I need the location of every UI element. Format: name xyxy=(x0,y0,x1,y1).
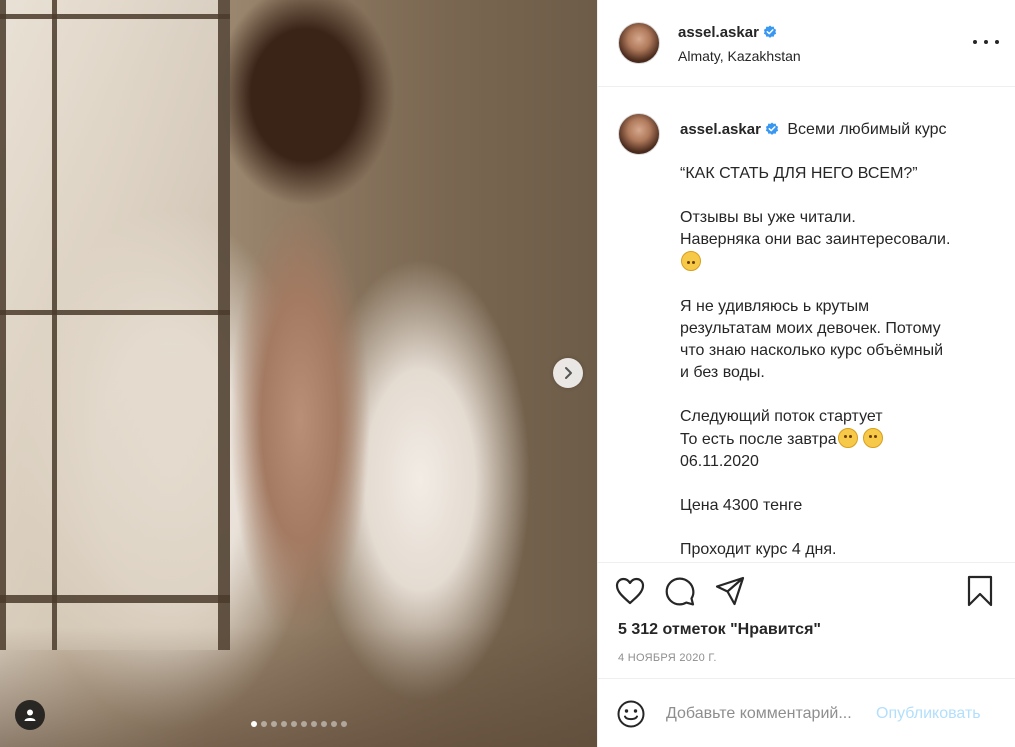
caption-author-avatar[interactable] xyxy=(618,113,660,155)
post-date[interactable]: 4 НОЯБРЯ 2020 Г. xyxy=(618,652,717,664)
carousel-dot xyxy=(310,721,317,727)
verified-badge-icon xyxy=(763,25,777,38)
caption-line: Проходит курс 4 дня. xyxy=(680,541,837,558)
author-username[interactable]: assel.askar xyxy=(678,24,759,41)
window-sill xyxy=(0,595,230,603)
caption-first-line: assel.askar Всеми любимый курс xyxy=(680,119,1000,141)
person-icon xyxy=(24,709,36,721)
chevron-right-icon xyxy=(565,367,572,379)
author-avatar[interactable] xyxy=(618,22,660,64)
carousel-dot xyxy=(300,721,307,727)
more-horizontal-icon xyxy=(973,40,977,44)
caption-line: Всеми любимый курс xyxy=(787,121,947,138)
window-transom xyxy=(0,310,230,315)
likes-count[interactable]: 5 312 отметок "Нравится" xyxy=(618,621,821,639)
save-button[interactable] xyxy=(964,575,996,607)
carousel-next-button[interactable] xyxy=(553,358,583,388)
caption-line: То есть после завтра xyxy=(680,431,837,448)
post-caption: assel.askar Всеми любимый курс “КАК СТАТ… xyxy=(598,88,1015,562)
carousel-dot xyxy=(270,721,277,727)
caption-line: и без воды. xyxy=(680,364,765,381)
post-actions: 5 312 отметок "Нравится" 4 НОЯБРЯ 2020 Г… xyxy=(598,562,1015,678)
caption-text: assel.askar Всеми любимый курс “КАК СТАТ… xyxy=(680,119,1000,561)
window-mullion xyxy=(0,0,6,650)
verified-badge-icon xyxy=(765,122,779,135)
more-dot xyxy=(984,40,988,44)
upside-down-face-emoji xyxy=(681,251,701,271)
heart-icon xyxy=(615,577,645,605)
like-button[interactable] xyxy=(614,575,646,607)
publish-button[interactable]: Опубликовать xyxy=(876,705,981,723)
carousel-dot xyxy=(250,721,257,727)
carousel-dot xyxy=(340,721,347,727)
carousel-dot xyxy=(280,721,287,727)
window-transom xyxy=(0,14,230,19)
carousel-dot xyxy=(320,721,327,727)
face-screaming-emoji xyxy=(837,428,858,448)
share-button[interactable] xyxy=(714,575,746,607)
instagram-post: assel.askar Almaty, Kazakhstan assel.ask… xyxy=(0,0,1015,747)
caption-line xyxy=(680,274,1000,296)
send-icon xyxy=(715,576,745,606)
comment-icon xyxy=(665,577,695,606)
carousel-indicator xyxy=(0,721,597,727)
caption-line: Цена 4300 тенге xyxy=(680,497,803,514)
smiling-face-emoji xyxy=(863,428,884,448)
smiley-icon[interactable] xyxy=(616,699,646,729)
photo-floor-shadow xyxy=(0,627,597,747)
caption-line: 06.11.2020 xyxy=(680,453,759,470)
add-comment-bar: Опубликовать xyxy=(598,678,1015,747)
caption-line xyxy=(680,185,1000,207)
post-photo[interactable] xyxy=(0,0,597,747)
caption-line: Я не удивляюсь ь крутым xyxy=(680,298,870,315)
caption-line: Отзывы вы уже читали. xyxy=(680,209,856,226)
caption-line xyxy=(680,473,1000,495)
caption-line-with-emoji: То есть после завтра xyxy=(680,428,1000,451)
caption-author-username[interactable]: assel.askar xyxy=(680,121,761,138)
more-dot xyxy=(995,40,999,44)
caption-line: Следующий поток стартует xyxy=(680,408,883,425)
post-header: assel.askar Almaty, Kazakhstan xyxy=(598,0,1015,87)
caption-line: что знаю насколько курс объёмный xyxy=(680,342,944,359)
caption-line: результатам моих девочек. Потому xyxy=(680,320,941,337)
window-mullion xyxy=(52,0,57,650)
caption-line xyxy=(680,384,1000,406)
carousel-dot xyxy=(260,721,267,727)
bookmark-icon xyxy=(967,575,993,607)
comment-button[interactable] xyxy=(664,575,696,607)
author-name-row: assel.askar xyxy=(678,24,777,42)
carousel-dot xyxy=(290,721,297,727)
caption-line: Наверняка они вас заинтересовали. xyxy=(680,231,951,248)
carousel-dot xyxy=(330,721,337,727)
post-location[interactable]: Almaty, Kazakhstan xyxy=(678,48,801,64)
photo-window-backdrop xyxy=(0,0,230,650)
caption-line xyxy=(680,141,1000,163)
caption-line xyxy=(680,517,1000,539)
caption-emoji-line xyxy=(680,251,1000,274)
caption-line: “КАК СТАТЬ ДЛЯ НЕГО ВСЕМ?” xyxy=(680,165,918,182)
more-options-button[interactable] xyxy=(973,34,999,50)
post-side-panel: assel.askar Almaty, Kazakhstan assel.ask… xyxy=(597,0,1015,747)
window-mullion xyxy=(218,0,230,650)
comment-input[interactable] xyxy=(666,702,871,726)
